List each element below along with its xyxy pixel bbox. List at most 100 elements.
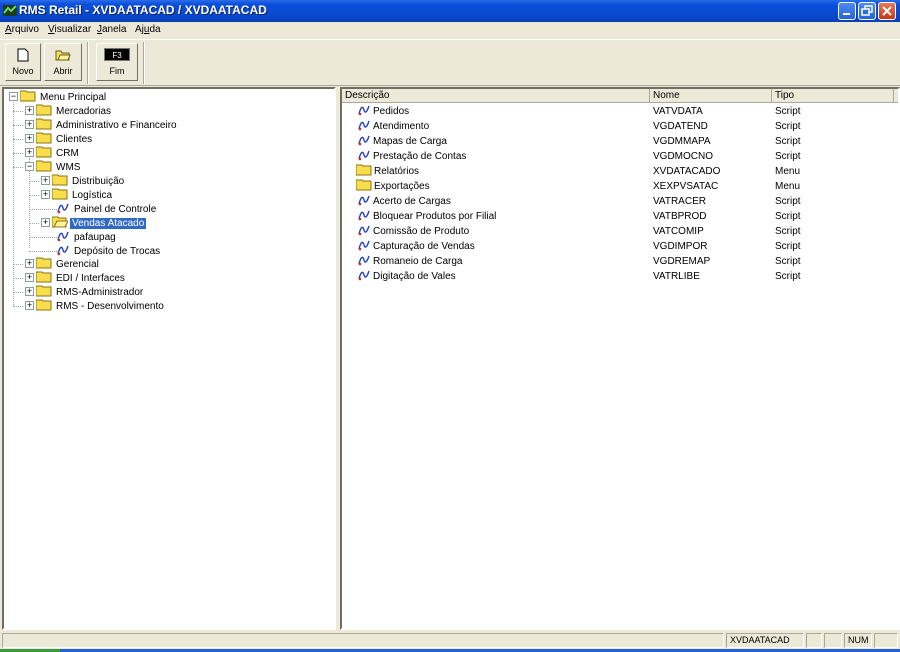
row-descricao: Digitação de Vales (373, 271, 456, 282)
folder-icon (356, 164, 372, 176)
folder-icon (356, 179, 372, 191)
row-nome: XEXPVSATAC (653, 181, 719, 192)
novo-button[interactable]: Novo (5, 43, 41, 81)
expand-toggle[interactable]: + (25, 287, 34, 296)
folder-icon (20, 90, 36, 102)
restore-button[interactable] (858, 2, 876, 20)
tree-node-administrativo[interactable]: Administrativo e Financeiro (36, 118, 179, 131)
tree-node-pafaupag[interactable]: pafaupag (56, 230, 118, 243)
tree-node-deposito-de-trocas[interactable]: Depósito de Trocas (56, 244, 162, 257)
tree-node-wms[interactable]: WMS (36, 160, 82, 173)
folder-icon (36, 160, 52, 172)
expand-toggle[interactable]: + (41, 190, 50, 199)
row-nome: VATRACER (653, 196, 706, 207)
expand-toggle[interactable]: + (25, 120, 34, 129)
folder-icon (36, 299, 52, 311)
column-header-tipo[interactable]: Tipo (772, 89, 894, 103)
row-descricao: Mapas de Carga (373, 136, 447, 147)
fim-button[interactable]: F3 Fim (96, 43, 138, 81)
row-tipo: Menu (775, 181, 801, 192)
row-nome: VATBPROD (653, 211, 707, 222)
row-nome: VGDMOCNO (653, 151, 713, 162)
row-nome: VATRLIBE (653, 271, 700, 282)
row-nome: VGDATEND (653, 121, 708, 132)
menu-janela[interactable]: Janela (97, 24, 126, 35)
expand-toggle[interactable]: + (25, 134, 34, 143)
close-button[interactable] (878, 2, 896, 20)
row-descricao: Capturação de Vendas (373, 241, 475, 252)
column-header-descricao[interactable]: Descrição (342, 89, 650, 103)
menu-visualizar[interactable]: Visualizar (48, 24, 91, 35)
expand-toggle[interactable]: + (41, 176, 50, 185)
open-folder-icon (55, 50, 71, 61)
abrir-button[interactable]: Abrir (44, 43, 82, 81)
menu-arquivo[interactable]: Arquivo (5, 24, 39, 35)
tree-node-edi-interfaces[interactable]: EDI / Interfaces (36, 271, 127, 284)
tree-node-crm[interactable]: CRM (36, 146, 81, 159)
app-icon (3, 5, 17, 16)
script-icon (57, 203, 69, 214)
toolbar-separator (143, 42, 145, 84)
f3-key-icon: F3 (104, 48, 130, 61)
title-bar[interactable]: RMS Retail - XVDAATACAD / XVDAATACAD (0, 0, 900, 22)
list-row[interactable]: Atendimento VGDATEND Script (342, 119, 898, 134)
script-icon (57, 245, 69, 256)
row-descricao: Relatórios (374, 166, 420, 177)
minimize-icon (843, 13, 850, 15)
list-row[interactable]: Pedidos VATVDATA Script (342, 104, 898, 119)
expand-toggle[interactable]: + (25, 273, 34, 282)
row-tipo: Script (775, 196, 801, 207)
expand-toggle[interactable]: + (25, 259, 34, 268)
script-icon (358, 105, 370, 116)
row-nome: VATCOMIP (653, 226, 704, 237)
open-folder-icon (52, 216, 68, 228)
status-num: NUM (844, 633, 872, 648)
folder-icon (36, 285, 52, 297)
expand-toggle[interactable]: + (25, 106, 34, 115)
list-row[interactable]: Prestação de Contas VGDMOCNO Script (342, 149, 898, 164)
row-descricao: Exportações (374, 181, 430, 192)
menu-ajuda[interactable]: Ajuda (135, 24, 161, 35)
tree-node-painel-de-controle[interactable]: Painel de Controle (56, 202, 158, 215)
row-descricao: Comissão de Produto (373, 226, 470, 237)
list-row[interactable]: Acerto de Cargas VATRACER Script (342, 194, 898, 209)
expand-toggle[interactable]: + (25, 301, 34, 310)
list-row[interactable]: Bloquear Produtos por Filial VATBPROD Scri… (342, 209, 898, 224)
script-icon (358, 150, 370, 161)
tree-node-distribuicao[interactable]: Distribuição (52, 174, 126, 187)
minimize-button[interactable] (838, 2, 856, 20)
tree-node-rms-desenvolvimento[interactable]: RMS - Desenvolvimento (36, 299, 166, 312)
tree-node-mercadorias[interactable]: Mercadorias (36, 104, 113, 117)
tree-node-vendas-atacado[interactable]: Vendas Atacado (52, 216, 147, 229)
row-tipo: Script (775, 211, 801, 222)
script-icon (358, 135, 370, 146)
list-row[interactable]: Capturação de Vendas VGDIMPOR Script (342, 239, 898, 254)
list-row[interactable]: Romaneio de Carga VGDREMAP Script (342, 254, 898, 269)
tree-node-menu-principal[interactable]: Menu Principal (20, 90, 108, 103)
tree-node-rms-administrador[interactable]: RMS-Administrador (36, 285, 145, 298)
list-row[interactable]: Digitação de Vales VATRLIBE Script (342, 269, 898, 284)
column-header-nome[interactable]: Nome (650, 89, 772, 103)
script-icon (358, 255, 370, 266)
menu-tree[interactable]: − Menu Principal + Mercadorias + Adminis… (2, 87, 336, 630)
list-row[interactable]: Relatórios XVDATACADO Menu (342, 164, 898, 179)
list-row[interactable]: Exportações XEXPVSATAC Menu (342, 179, 898, 194)
collapse-toggle[interactable]: − (9, 92, 18, 101)
folder-icon (36, 257, 52, 269)
row-nome: VATVDATA (653, 106, 703, 117)
tree-node-logistica[interactable]: Logística (52, 188, 114, 201)
item-list[interactable]: Descrição Nome Tipo Pedidos VATVDATA Scrip… (340, 87, 900, 630)
expand-toggle[interactable]: + (41, 218, 50, 227)
folder-icon (36, 132, 52, 144)
list-row[interactable]: Comissão de Produto VATCOMIP Script (342, 224, 898, 239)
script-icon (358, 240, 370, 251)
row-tipo: Script (775, 241, 801, 252)
row-tipo: Menu (775, 166, 801, 177)
row-tipo: Script (775, 106, 801, 117)
row-descricao: Pedidos (373, 106, 410, 117)
expand-toggle[interactable]: + (25, 148, 34, 157)
collapse-toggle[interactable]: − (25, 162, 34, 171)
tree-node-gerencial[interactable]: Gerencial (36, 257, 101, 270)
list-row[interactable]: Mapas de Carga VGDMMAPA Script (342, 134, 898, 149)
tree-node-clientes[interactable]: Clientes (36, 132, 94, 145)
